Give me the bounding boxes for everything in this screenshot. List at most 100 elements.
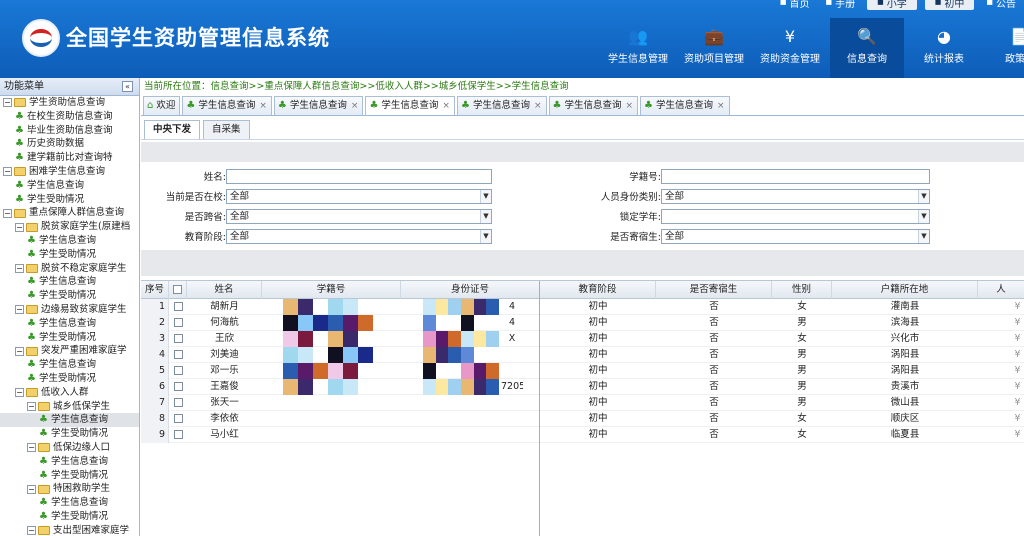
page-tab[interactable]: ♣ 学生信息查询 × bbox=[182, 96, 272, 115]
select-all-checkbox[interactable] bbox=[173, 285, 182, 294]
row-checkbox[interactable] bbox=[173, 350, 183, 359]
row-select[interactable] bbox=[169, 315, 187, 331]
identity-select[interactable]: 全部 ▼ bbox=[661, 188, 930, 204]
tree-node[interactable]: ♣ 在校生资助信息查询 bbox=[0, 110, 139, 124]
tree-node[interactable]: − 困难学生信息查询 bbox=[0, 165, 139, 179]
row-checkbox[interactable] bbox=[173, 318, 183, 327]
tree-node[interactable]: ♣ 学生信息查询 bbox=[0, 179, 139, 193]
nav-item-2[interactable]: ¥ 资助资金管理 bbox=[752, 18, 828, 78]
collapse-toggle-icon[interactable]: − bbox=[15, 346, 24, 356]
page-tab[interactable]: ♣ 学生信息查询 × bbox=[548, 96, 639, 115]
row-checkbox[interactable] bbox=[173, 414, 183, 423]
close-icon[interactable]: × bbox=[442, 97, 450, 115]
tree-node[interactable]: − 支出型困难家庭学 bbox=[0, 524, 139, 536]
xueji-input[interactable] bbox=[661, 168, 930, 184]
collapse-toggle-icon[interactable]: − bbox=[15, 388, 24, 398]
crossprov-select[interactable]: 全部 ▼ bbox=[226, 208, 492, 224]
tree-node[interactable]: ♣ 学生受助情况 bbox=[0, 331, 139, 345]
collapse-toggle-icon[interactable]: − bbox=[27, 443, 36, 453]
chevron-down-icon[interactable]: ▼ bbox=[918, 229, 929, 243]
row-checkbox[interactable] bbox=[173, 382, 183, 391]
tree-node[interactable]: − 低保边缘人口 bbox=[0, 441, 139, 455]
tree-node[interactable]: ♣ 学生信息查询 bbox=[0, 317, 139, 331]
col-name[interactable]: 姓名 bbox=[187, 281, 262, 299]
tree-node[interactable]: ♣ 学生受助情况 bbox=[0, 289, 139, 303]
col-edu[interactable]: 教育阶段 bbox=[540, 281, 656, 299]
nav-item-4[interactable]: ◕ 统计报表 bbox=[906, 18, 982, 78]
tree-node[interactable]: ♣ 学生信息查询 bbox=[0, 496, 139, 510]
close-icon[interactable]: × bbox=[717, 97, 725, 115]
close-icon[interactable]: × bbox=[259, 97, 267, 115]
table-row[interactable]: 1 胡新月 初中 否 女 灌南县 4 ¥ bbox=[141, 299, 1024, 315]
tree-node[interactable]: ♣ 学生受助情况 bbox=[0, 469, 139, 483]
chevron-down-icon[interactable]: ▼ bbox=[480, 229, 491, 243]
col-xueji[interactable]: 学籍号 bbox=[262, 281, 401, 299]
lockyear-select[interactable]: ▼ bbox=[661, 208, 930, 224]
page-tab[interactable]: ♣ 学生信息查询 × bbox=[273, 96, 364, 115]
collapse-toggle-icon[interactable]: − bbox=[3, 208, 12, 218]
col-boarding[interactable]: 是否寄宿生 bbox=[656, 281, 772, 299]
collapse-toggle-icon[interactable]: − bbox=[27, 526, 36, 536]
collapse-sidebar-button[interactable]: « bbox=[122, 81, 133, 92]
tree-node[interactable]: ♣ 学生受助情况 bbox=[0, 248, 139, 262]
row-select[interactable] bbox=[169, 427, 187, 443]
chevron-down-icon[interactable]: ▼ bbox=[480, 209, 491, 223]
col-select-all[interactable] bbox=[169, 281, 187, 299]
row-select[interactable] bbox=[169, 347, 187, 363]
tree-node[interactable]: ♣ 建学籍前比对查询特 bbox=[0, 151, 139, 165]
row-select[interactable] bbox=[169, 299, 187, 315]
row-checkbox[interactable] bbox=[173, 302, 183, 311]
nav-item-5[interactable]: 📄 政策文 bbox=[982, 18, 1024, 78]
tree-node[interactable]: ♣ 学生受助情况 bbox=[0, 372, 139, 386]
collapse-toggle-icon[interactable]: − bbox=[15, 263, 24, 273]
chevron-down-icon[interactable]: ▼ bbox=[918, 189, 929, 203]
row-checkbox[interactable] bbox=[173, 334, 183, 343]
close-icon[interactable]: × bbox=[625, 97, 633, 115]
row-select[interactable] bbox=[169, 331, 187, 347]
tree-node[interactable]: − 突发严重困难家庭学 bbox=[0, 344, 139, 358]
row-checkbox[interactable] bbox=[173, 430, 183, 439]
page-tab[interactable]: ⌂ 欢迎 bbox=[143, 96, 181, 115]
tree-node[interactable]: ♣ 学生信息查询 bbox=[0, 358, 139, 372]
close-icon[interactable]: × bbox=[351, 97, 359, 115]
row-select[interactable] bbox=[169, 363, 187, 379]
collapse-toggle-icon[interactable]: − bbox=[27, 484, 36, 494]
nav-item-1[interactable]: 💼 资助项目管理 bbox=[676, 18, 752, 78]
inschool-select[interactable]: 全部 ▼ bbox=[226, 188, 492, 204]
table-row[interactable]: 6 王嘉俊 初中 否 男 贵溪市 7205 ¥ bbox=[141, 379, 1024, 395]
collapse-toggle-icon[interactable]: − bbox=[27, 401, 36, 411]
tree-node[interactable]: ♣ 学生信息查询 bbox=[0, 413, 139, 428]
edu-select[interactable]: 全部 ▼ bbox=[226, 228, 492, 244]
tree-node[interactable]: ♣ 毕业生资助信息查询 bbox=[0, 124, 139, 138]
col-more[interactable]: 人 bbox=[978, 281, 1024, 299]
top-link-2[interactable]: ■ 小学 bbox=[867, 0, 917, 10]
page-tab[interactable]: ♣ 学生信息查询 × bbox=[640, 96, 730, 115]
tree-node[interactable]: ♣ 学生信息查询 bbox=[0, 234, 139, 248]
name-input[interactable] bbox=[226, 168, 492, 184]
row-select[interactable] bbox=[169, 395, 187, 411]
col-huji[interactable]: 户籍所在地 bbox=[832, 281, 978, 299]
collapse-toggle-icon[interactable]: − bbox=[3, 98, 12, 108]
table-row[interactable]: 4 刘美迪 初中 否 男 涡阳县 ¥ bbox=[141, 347, 1024, 363]
collapse-toggle-icon[interactable]: − bbox=[15, 222, 24, 232]
tree-node[interactable]: − 脱贫不稳定家庭学生 bbox=[0, 262, 139, 276]
tree-node[interactable]: − 脱贫家庭学生(原建档 bbox=[0, 220, 139, 234]
table-row[interactable]: 5 邓一乐 初中 否 男 涡阳县 ¥ bbox=[141, 363, 1024, 379]
tree-node[interactable]: ♣ 学生信息查询 bbox=[0, 275, 139, 289]
col-gender[interactable]: 性别 bbox=[772, 281, 832, 299]
row-checkbox[interactable] bbox=[173, 366, 183, 375]
row-select[interactable] bbox=[169, 411, 187, 427]
nav-item-3[interactable]: 🔍 信息查询 bbox=[830, 18, 904, 78]
close-icon[interactable]: × bbox=[534, 97, 542, 115]
chevron-down-icon[interactable]: ▼ bbox=[480, 189, 491, 203]
table-row[interactable]: 8 李依依 初中 否 女 顺庆区 ¥ bbox=[141, 411, 1024, 427]
row-checkbox[interactable] bbox=[173, 398, 183, 407]
nav-item-0[interactable]: 👥 学生信息管理 bbox=[600, 18, 676, 78]
chevron-down-icon[interactable]: ▼ bbox=[918, 209, 929, 223]
tree-node[interactable]: ♣ 学生受助情况 bbox=[0, 427, 139, 441]
collapse-toggle-icon[interactable]: − bbox=[15, 305, 24, 315]
tree-node[interactable]: ♣ 历史资助数据 bbox=[0, 137, 139, 151]
tree-node[interactable]: − 低收入人群 bbox=[0, 386, 139, 400]
tree-node[interactable]: − 重点保障人群信息查询 bbox=[0, 206, 139, 220]
table-row[interactable]: 9 马小红 初中 否 女 临夏县 ¥ bbox=[141, 427, 1024, 443]
